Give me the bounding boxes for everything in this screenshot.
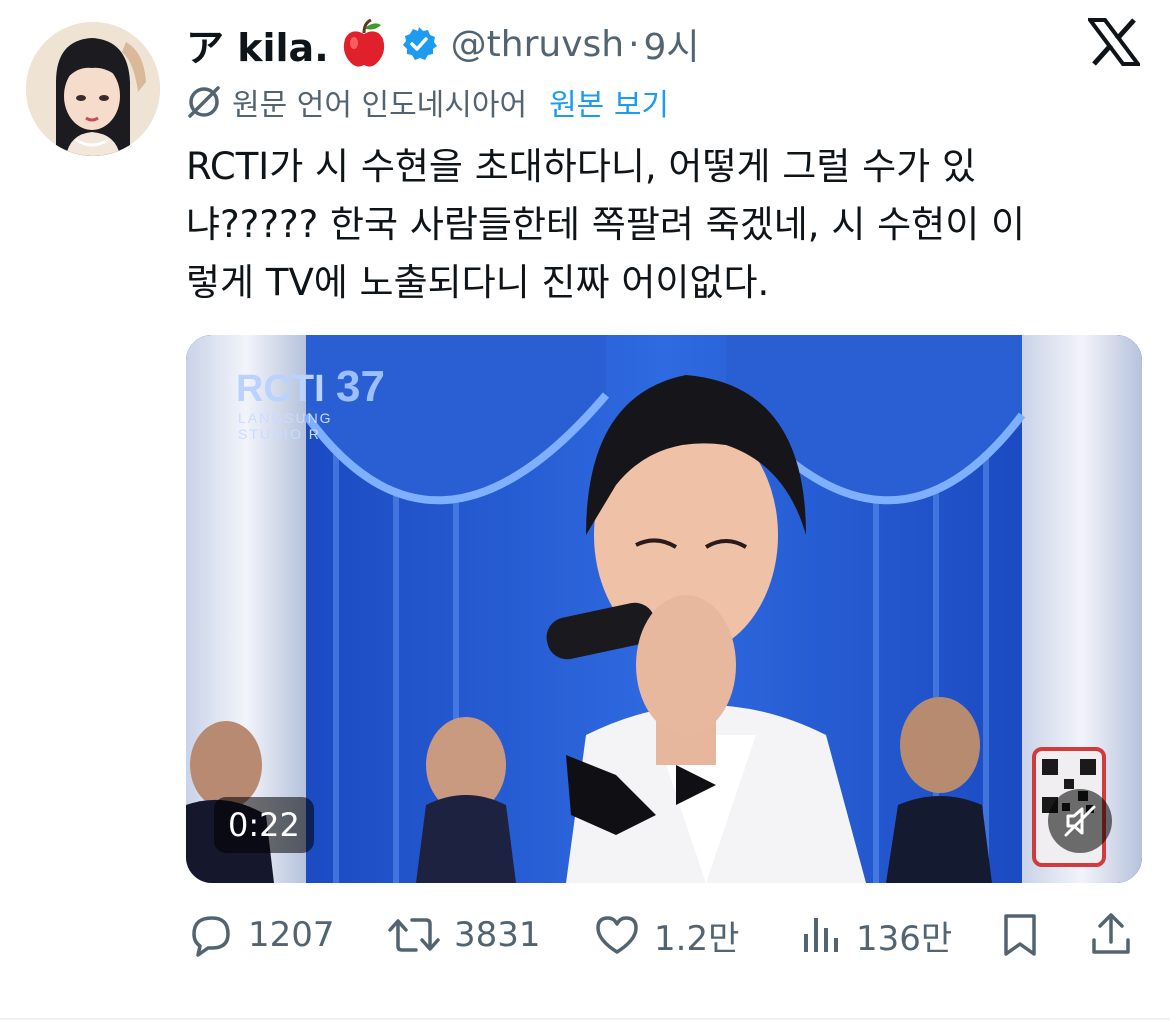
- x-logo-icon[interactable]: [1086, 18, 1142, 66]
- verified-badge-icon: [401, 26, 437, 62]
- channel-logo: RCTI: [236, 368, 325, 410]
- translate-icon: [186, 84, 222, 120]
- view-original-link[interactable]: 원본 보기: [549, 80, 669, 124]
- views-button[interactable]: 136만: [798, 900, 952, 970]
- retweet-icon: [388, 918, 440, 952]
- video-frame: RCTI 37 LANGSUNG STUDIO R: [186, 335, 1142, 883]
- svg-text:37: 37: [336, 362, 385, 411]
- tweet-text: RCTI가 시 수현을 초대하다니, 어떻게 그럴 수가 있 냐????? 한국…: [186, 138, 1136, 312]
- action-bar: 1207 3831 1.2만 136만: [186, 900, 1146, 970]
- reply-count: 1207: [248, 915, 335, 955]
- view-count: 136만: [856, 918, 953, 959]
- share-icon: [1092, 913, 1130, 954]
- video-player[interactable]: RCTI 37 LANGSUNG STUDIO R 0:22: [186, 335, 1142, 883]
- retweet-count: 3831: [454, 915, 541, 955]
- tweet-card: ア kila. @thruvsh · 9시 원문 언어 인도네시아어 원본 보기…: [0, 0, 1170, 1030]
- display-name[interactable]: ア kila.: [186, 17, 329, 72]
- like-count: 1.2만: [654, 918, 740, 959]
- translation-row: 원문 언어 인도네시아어 원본 보기: [186, 80, 669, 124]
- bookmark-icon: [1004, 914, 1036, 956]
- mute-button[interactable]: [1048, 789, 1112, 853]
- mute-icon: [1064, 805, 1096, 837]
- post-time[interactable]: 9시: [644, 18, 700, 70]
- reply-button[interactable]: 1207: [186, 900, 335, 970]
- like-button[interactable]: 1.2만: [592, 900, 739, 970]
- video-duration: 0:22: [214, 797, 314, 853]
- tweet-text-line: 냐????? 한국 사람들한테 쪽팔려 죽겠네, 시 수현이 이: [186, 203, 1026, 246]
- channel-logo-sub: STUDIO R: [238, 426, 321, 442]
- user-handle[interactable]: @thruvsh: [451, 24, 624, 65]
- avatar[interactable]: [26, 22, 160, 156]
- divider: [0, 1018, 1170, 1020]
- tweet-header: ア kila. @thruvsh · 9시: [186, 14, 700, 74]
- like-icon: [596, 916, 638, 954]
- bookmark-button[interactable]: [998, 900, 1054, 970]
- apple-emoji-icon: [341, 18, 387, 69]
- reply-icon: [192, 916, 230, 957]
- tweet-text-line: 렇게 TV에 노출되다니 진짜 어이없다.: [186, 261, 770, 304]
- channel-logo-sub: LANGSUNG: [238, 410, 333, 426]
- separator-dot: ·: [628, 23, 640, 65]
- tweet-text-line: RCTI가 시 수현을 초대하다니, 어떻게 그럴 수가 있: [186, 145, 977, 188]
- share-button[interactable]: [1086, 900, 1148, 970]
- translation-note: 원문 언어 인도네시아어: [232, 88, 528, 123]
- views-icon: [804, 918, 838, 952]
- avatar-illustration: [26, 22, 160, 156]
- retweet-button[interactable]: 3831: [386, 900, 541, 970]
